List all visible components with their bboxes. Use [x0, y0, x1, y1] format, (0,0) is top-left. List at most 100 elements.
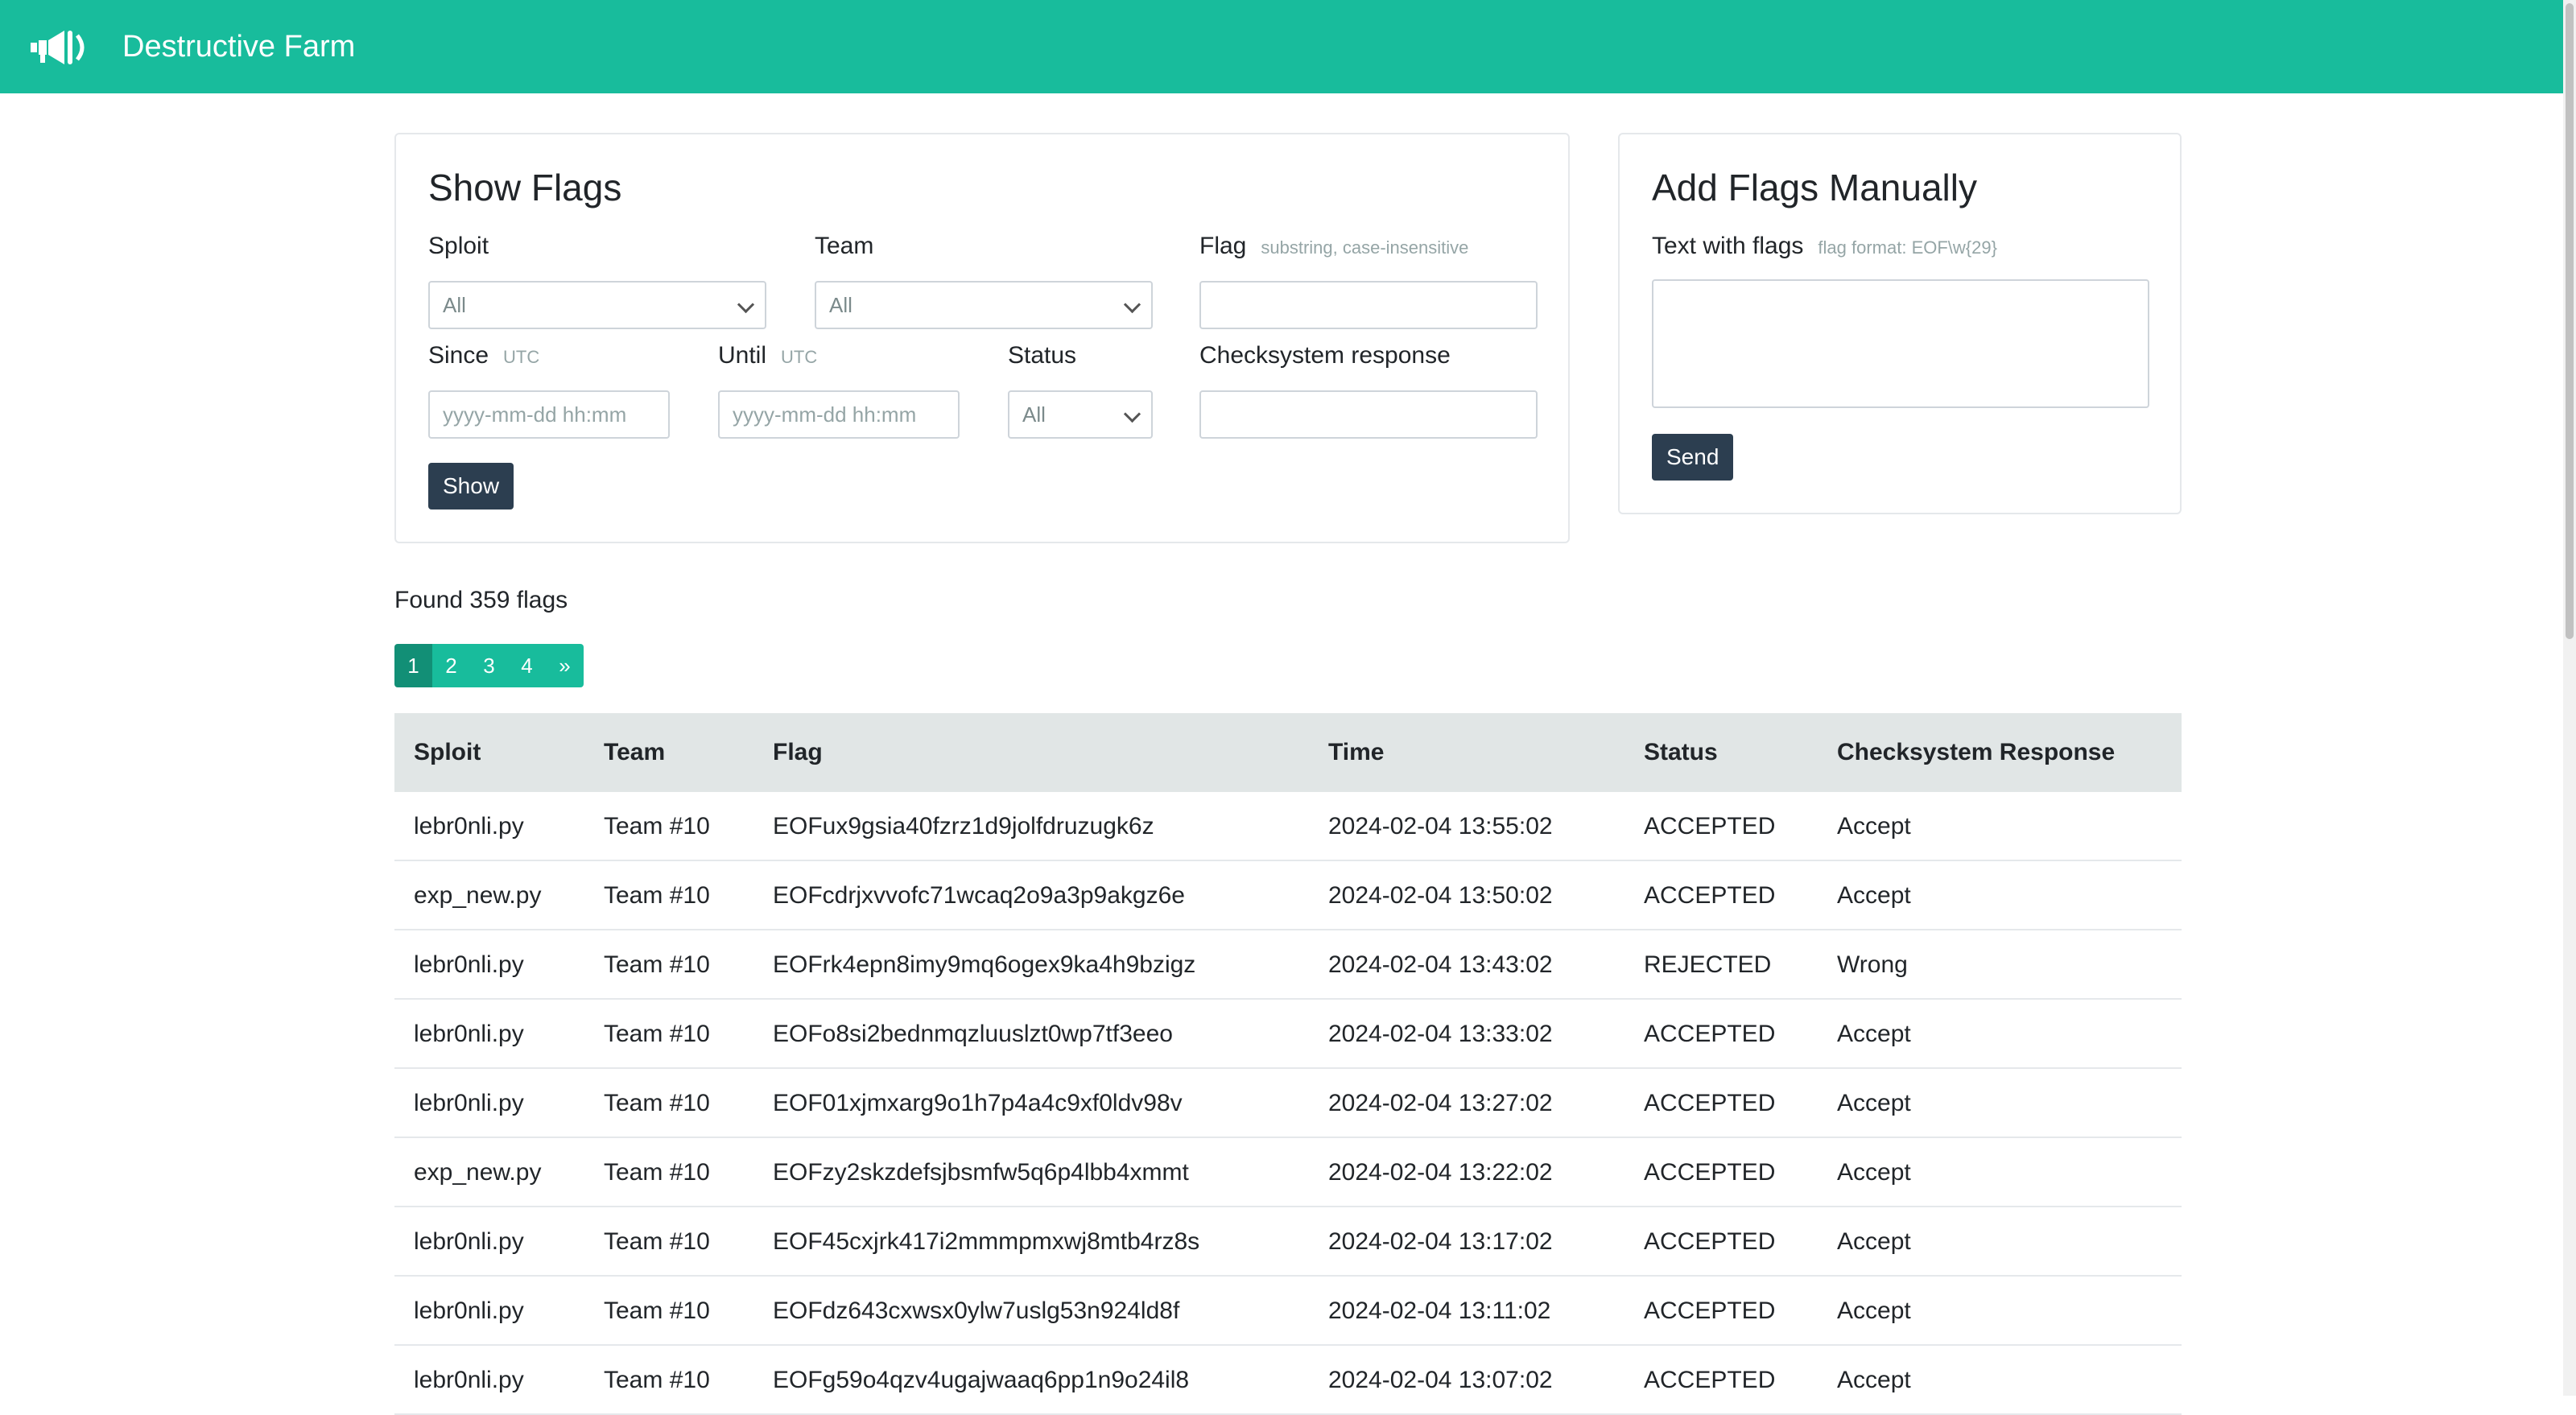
- cell-status: REJECTED: [1644, 951, 1772, 978]
- cell-flag: EOFzy2skzdefsjbsmfw5q6p4lbb4xmmt: [773, 1159, 1189, 1186]
- cell-status: ACCEPTED: [1644, 1367, 1776, 1393]
- table-row: lebr0nli.py Team #10 EOFg59o4qzv4ugajwaa…: [394, 1346, 2182, 1415]
- since-input[interactable]: [428, 390, 670, 439]
- cell-response: Accept: [1837, 1367, 1911, 1393]
- cell-time: 2024-02-04 13:43:02: [1328, 951, 1553, 978]
- flag-input[interactable]: [1199, 281, 1538, 329]
- cell-time: 2024-02-04 13:17:02: [1328, 1228, 1553, 1255]
- cell-time: 2024-02-04 13:33:02: [1328, 1021, 1553, 1047]
- cell-flag: EOFcdrjxvvofc71wcaq2o9a3p9akgz6e: [773, 882, 1185, 909]
- since-label: Since UTC: [428, 342, 540, 369]
- table-row: lebr0nli.py Team #10 EOF01xjmxarg9o1h7p4…: [394, 1069, 2182, 1138]
- cell-status: ACCEPTED: [1644, 1297, 1776, 1324]
- cell-time: 2024-02-04 13:07:02: [1328, 1367, 1553, 1393]
- page-1[interactable]: 1: [394, 644, 432, 687]
- brand-title[interactable]: Destructive Farm: [122, 27, 355, 66]
- cell-team: Team #10: [604, 951, 710, 978]
- cell-flag: EOFo8si2bednmqzluuslzt0wp7tf3eeo: [773, 1021, 1173, 1047]
- sploit-label: Sploit: [428, 233, 489, 259]
- cell-team: Team #10: [604, 1297, 710, 1324]
- cell-response: Accept: [1837, 1090, 1911, 1116]
- pagination: 1 2 3 4 »: [394, 644, 584, 687]
- status-label: Status: [1008, 342, 1077, 369]
- header-time: Time: [1328, 739, 1385, 765]
- cell-response: Accept: [1837, 1297, 1911, 1324]
- cell-response: Accept: [1837, 1228, 1911, 1255]
- cell-time: 2024-02-04 13:11:02: [1328, 1297, 1551, 1324]
- table-row: exp_new.py Team #10 EOFzy2skzdefsjbsmfw5…: [394, 1138, 2182, 1207]
- cell-time: 2024-02-04 13:22:02: [1328, 1159, 1553, 1186]
- cell-flag: EOFdz643cxwsx0ylw7uslg53n924ld8f: [773, 1297, 1180, 1324]
- page-4[interactable]: 4: [508, 644, 546, 687]
- chevron-down-icon: [737, 295, 755, 314]
- sploit-select[interactable]: All: [428, 281, 766, 329]
- cell-status: ACCEPTED: [1644, 813, 1776, 840]
- flag-hint: substring, case-insensitive: [1261, 237, 1469, 258]
- cell-response: Accept: [1837, 882, 1911, 909]
- team-select[interactable]: All: [815, 281, 1153, 329]
- cell-flag: EOFg59o4qzv4ugajwaaq6pp1n9o24il8: [773, 1367, 1190, 1393]
- cell-status: ACCEPTED: [1644, 1021, 1776, 1047]
- megaphone-icon[interactable]: [29, 29, 93, 66]
- since-hint: UTC: [503, 347, 540, 367]
- cell-sploit: lebr0nli.py: [414, 813, 524, 840]
- show-flags-title: Show Flags: [428, 167, 622, 208]
- until-hint: UTC: [781, 347, 818, 367]
- table-row: lebr0nli.py Team #10 EOFrk4epn8imy9mq6og…: [394, 930, 2182, 1000]
- cell-status: ACCEPTED: [1644, 1159, 1776, 1186]
- table-row: lebr0nli.py Team #10 EOF45cxjrk417i2mmmp…: [394, 1207, 2182, 1277]
- chevron-down-icon: [1123, 295, 1141, 314]
- page-3[interactable]: 3: [470, 644, 508, 687]
- cell-response: Accept: [1837, 1159, 1911, 1186]
- text-with-flags-label: Text with flags flag format: EOF\w{29}: [1652, 233, 1997, 259]
- until-label: Until UTC: [718, 342, 818, 369]
- chevron-down-icon: [1123, 405, 1141, 423]
- cell-team: Team #10: [604, 1367, 710, 1393]
- cell-sploit: lebr0nli.py: [414, 1367, 524, 1393]
- table-row: lebr0nli.py Team #10 EOFux9gsia40fzrz1d9…: [394, 792, 2182, 861]
- cell-flag: EOFux9gsia40fzrz1d9jolfdruzugk6z: [773, 813, 1154, 840]
- header-flag: Flag: [773, 739, 823, 765]
- table-row: lebr0nli.py Team #10 EOFdz643cxwsx0ylw7u…: [394, 1277, 2182, 1346]
- cell-status: ACCEPTED: [1644, 1090, 1776, 1116]
- flag-format-hint: flag format: EOF\w{29}: [1818, 237, 1997, 258]
- scrollbar-thumb[interactable]: [2566, 3, 2574, 639]
- page-next[interactable]: »: [546, 644, 584, 687]
- header-status: Status: [1644, 739, 1718, 765]
- cell-flag: EOF01xjmxarg9o1h7p4a4c9xf0ldv98v: [773, 1090, 1183, 1116]
- page-2[interactable]: 2: [432, 644, 470, 687]
- cell-response: Accept: [1837, 1021, 1911, 1047]
- send-button[interactable]: Send: [1652, 434, 1734, 481]
- cell-team: Team #10: [604, 1228, 710, 1255]
- until-input[interactable]: [718, 390, 960, 439]
- table-row: lebr0nli.py Team #10 EOFo8si2bednmqzluus…: [394, 1000, 2182, 1069]
- checksystem-input[interactable]: [1199, 390, 1538, 439]
- cell-team: Team #10: [604, 882, 710, 909]
- team-select-value: All: [829, 293, 852, 317]
- cell-time: 2024-02-04 13:27:02: [1328, 1090, 1553, 1116]
- cell-team: Team #10: [604, 1159, 710, 1186]
- add-flags-card: Add Flags Manually Text with flags flag f…: [1618, 133, 2182, 514]
- header-team: Team: [604, 739, 666, 765]
- header-checksystem-response: Checksystem Response: [1837, 739, 2116, 765]
- cell-response: Wrong: [1837, 951, 1908, 978]
- cell-status: ACCEPTED: [1644, 882, 1776, 909]
- status-select[interactable]: All: [1008, 390, 1153, 439]
- cell-sploit: lebr0nli.py: [414, 1297, 524, 1324]
- navbar: Destructive Farm: [0, 0, 2563, 93]
- flags-textarea[interactable]: [1652, 279, 2149, 408]
- team-label: Team: [815, 233, 874, 259]
- cell-sploit: lebr0nli.py: [414, 1228, 524, 1255]
- cell-sploit: lebr0nli.py: [414, 1021, 524, 1047]
- sploit-select-value: All: [443, 293, 466, 317]
- cell-sploit: exp_new.py: [414, 1159, 542, 1186]
- table-header: Sploit Team Flag Time Status Checksystem…: [394, 713, 2182, 792]
- cell-sploit: exp_new.py: [414, 882, 542, 909]
- show-button[interactable]: Show: [428, 463, 514, 509]
- cell-team: Team #10: [604, 813, 710, 840]
- table-row: exp_new.py Team #10 EOFcdrjxvvofc71wcaq2…: [394, 861, 2182, 930]
- cell-team: Team #10: [604, 1021, 710, 1047]
- flag-label: Flag substring, case-insensitive: [1199, 233, 1469, 259]
- header-sploit: Sploit: [414, 739, 481, 765]
- show-flags-card: Show Flags Sploit All Team All Flag subst…: [394, 133, 1570, 543]
